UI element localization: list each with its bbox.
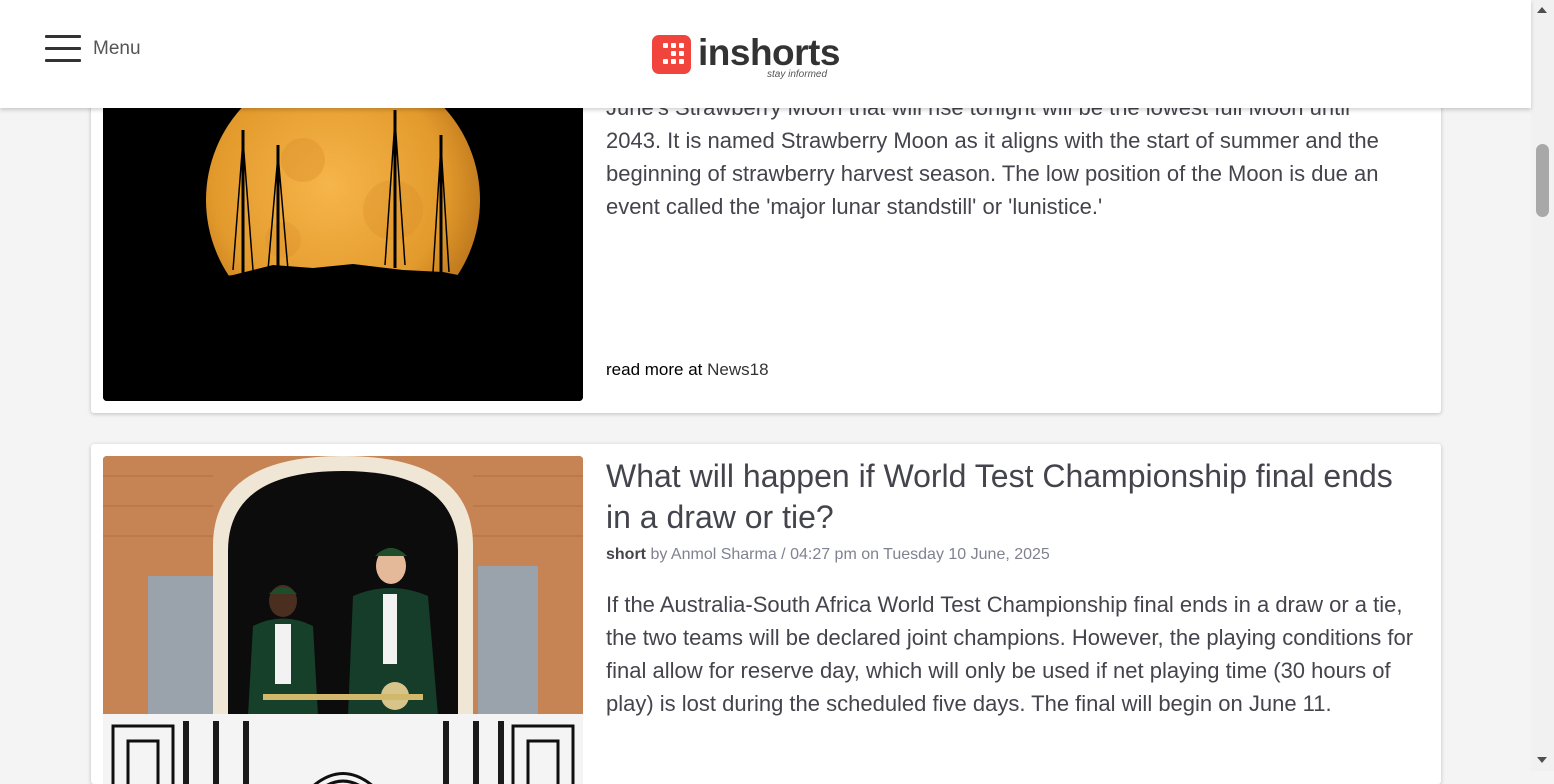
read-more-prefix[interactable]: read more at: [606, 360, 702, 379]
scroll-up-arrow-icon[interactable]: [1537, 7, 1547, 13]
article-body: June's Strawberry Moon that will rise to…: [606, 91, 1421, 223]
article-image-moon[interactable]: [103, 60, 583, 401]
scrollbar-thumb[interactable]: [1536, 144, 1549, 217]
news-card: What will happen if World Test Champions…: [91, 444, 1441, 784]
cricket-photo: [103, 456, 583, 784]
scroll-down-arrow-icon[interactable]: [1537, 757, 1547, 763]
logo-tagline: stay informed: [767, 69, 828, 80]
article-body-text: 2043. It is named Strawberry Moon as it …: [606, 128, 1379, 219]
menu-button[interactable]: Menu: [45, 35, 141, 62]
article-body: If the Australia-South Africa World Test…: [606, 592, 1414, 716]
article-headline[interactable]: What will happen if World Test Champions…: [606, 456, 1421, 538]
meta-short-label: short: [606, 546, 646, 563]
logo-wordmark: inshorts: [698, 32, 840, 73]
meta-author-time: by Anmol Sharma / 04:27 pm on Tuesday 10…: [650, 546, 1050, 563]
article-content: June's Strawberry Moon that will rise to…: [606, 91, 1421, 223]
read-more-source[interactable]: News18: [707, 360, 768, 379]
menu-label[interactable]: Menu: [93, 38, 141, 60]
hamburger-icon[interactable]: [45, 35, 81, 62]
moon-photo: [103, 60, 583, 401]
article-image-cricket[interactable]: [103, 456, 583, 784]
article-meta: short by Anmol Sharma / 04:27 pm on Tues…: [606, 546, 1421, 564]
inshorts-logo-icon: [652, 35, 691, 74]
page-scrollbar[interactable]: [1531, 0, 1554, 771]
article-content: What will happen if World Test Champions…: [606, 456, 1421, 720]
news-card: June's Strawberry Moon that will rise to…: [91, 60, 1441, 413]
top-header: Menu inshorts stay informed: [0, 0, 1531, 108]
read-more-link[interactable]: read more at News18: [606, 360, 769, 380]
